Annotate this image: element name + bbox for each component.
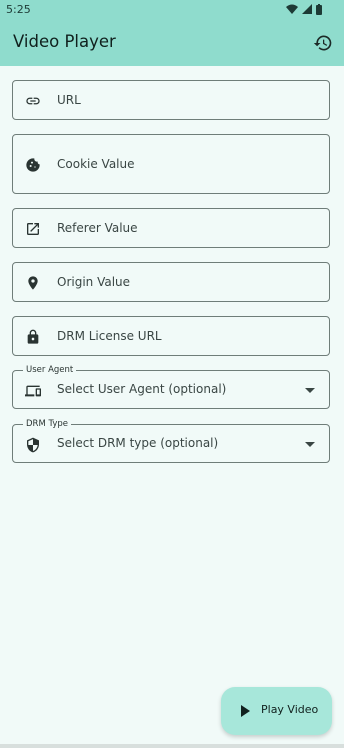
navigation-bar xyxy=(0,744,344,748)
status-icons xyxy=(286,3,322,15)
shield-icon xyxy=(27,437,39,453)
status-time: 5:25 xyxy=(6,3,31,16)
url-field[interactable]: URL xyxy=(12,80,330,120)
app-bar: 5:25 Video Player xyxy=(0,0,344,66)
drm-type-value: Select DRM type (optional) xyxy=(57,436,219,450)
drm-type-dropdown[interactable]: DRM Type Select DRM type (optional) xyxy=(12,419,330,463)
url-placeholder: URL xyxy=(57,93,81,107)
lock-icon xyxy=(27,329,39,344)
referer-placeholder: Referer Value xyxy=(57,221,138,235)
battery-icon xyxy=(316,3,322,15)
user-agent-dropdown[interactable]: User Agent Select User Agent (optional) xyxy=(12,365,330,409)
link-icon xyxy=(26,97,40,105)
cookie-placeholder: Cookie Value xyxy=(57,157,135,171)
play-icon xyxy=(241,705,250,717)
play-video-label: Play Video xyxy=(261,703,319,716)
drm-license-field[interactable]: DRM License URL xyxy=(12,316,330,356)
wifi-icon xyxy=(286,4,298,14)
dropdown-arrow-icon xyxy=(305,388,315,393)
origin-placeholder: Origin Value xyxy=(57,275,131,289)
devices-icon xyxy=(25,385,41,397)
dropdown-arrow-icon xyxy=(305,442,315,447)
drm-license-placeholder: DRM License URL xyxy=(57,329,162,343)
cookie-icon xyxy=(26,158,40,172)
signal-icon xyxy=(302,4,312,14)
user-agent-label: User Agent xyxy=(23,365,77,375)
open-in-new-icon xyxy=(27,223,39,235)
referer-field[interactable]: Referer Value xyxy=(12,208,330,248)
location-pin-icon xyxy=(28,276,38,290)
play-video-button[interactable]: Play Video xyxy=(221,687,332,735)
drm-type-label: DRM Type xyxy=(23,419,72,429)
history-icon[interactable] xyxy=(313,33,333,53)
page-title: Video Player xyxy=(13,32,116,51)
origin-field[interactable]: Origin Value xyxy=(12,262,330,302)
user-agent-value: Select User Agent (optional) xyxy=(57,382,227,396)
cookie-field[interactable]: Cookie Value xyxy=(12,134,330,194)
